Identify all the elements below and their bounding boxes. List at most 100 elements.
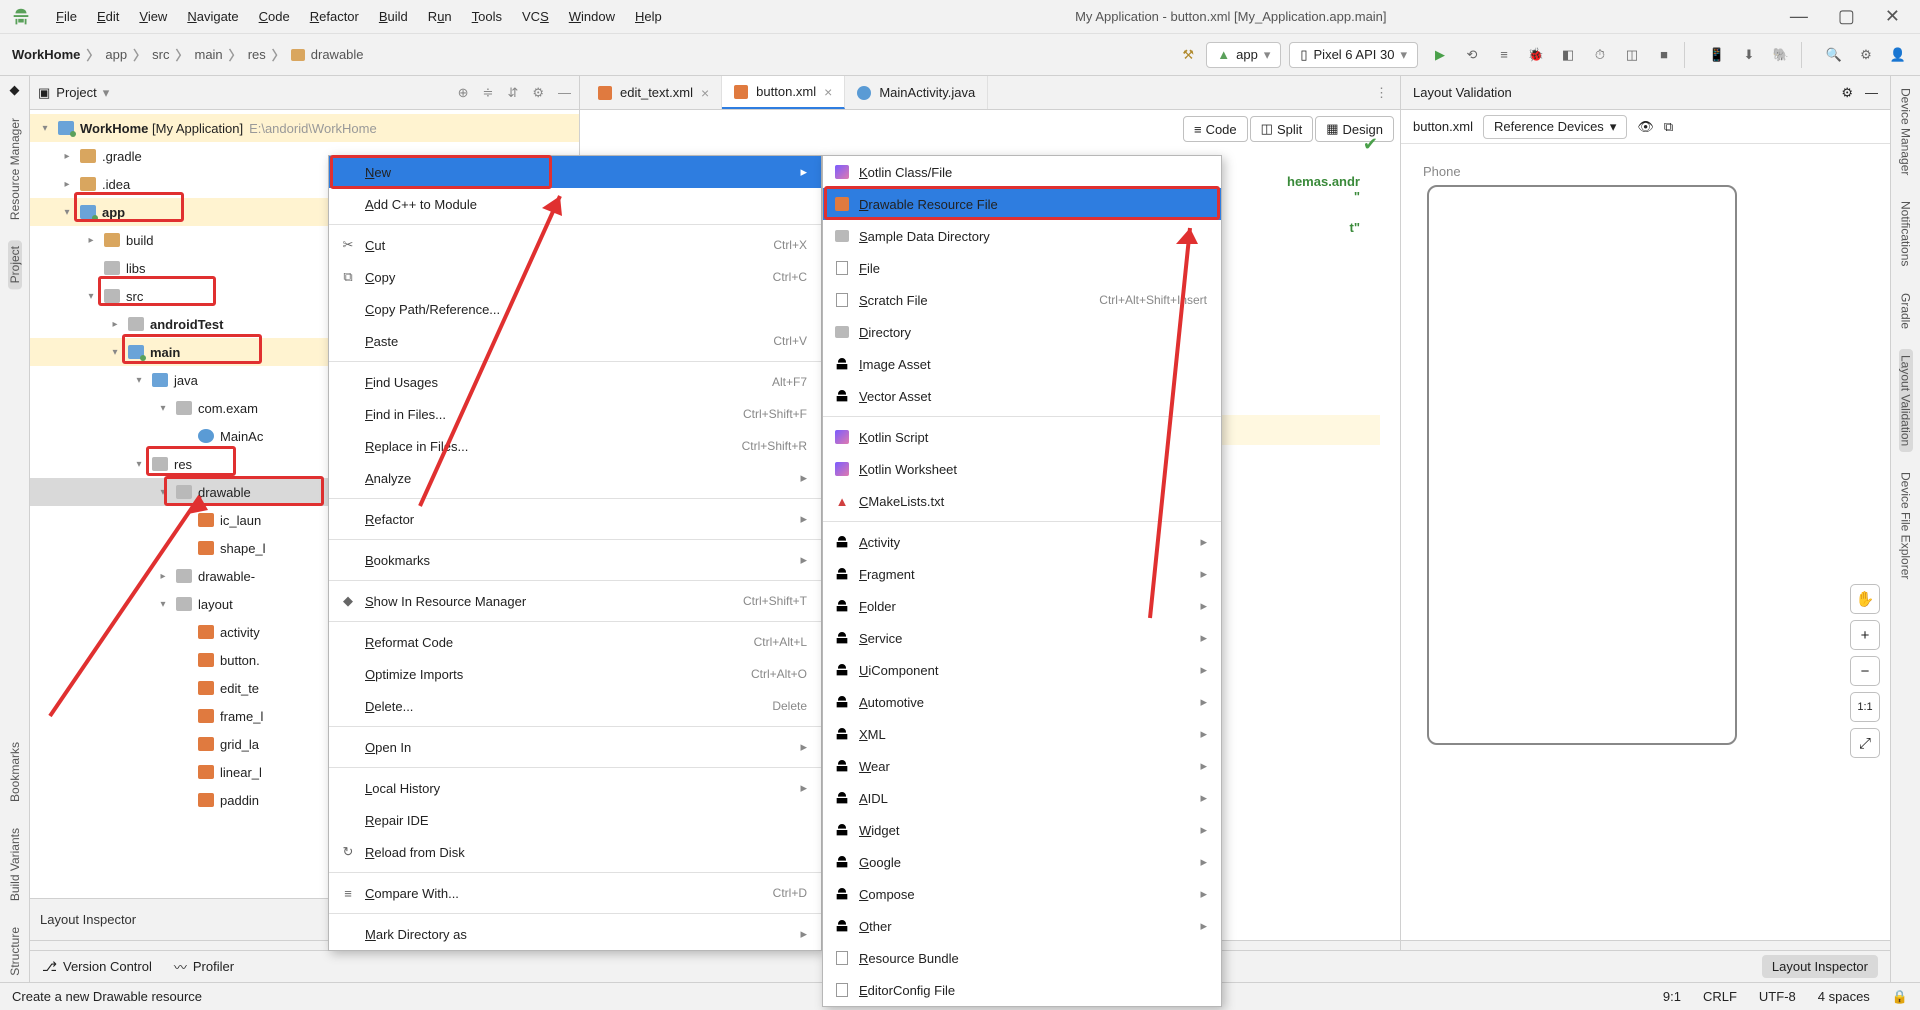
menu-item-file[interactable]: File bbox=[823, 252, 1221, 284]
menu-item-delete-[interactable]: Delete...Delete bbox=[329, 690, 821, 722]
device-file-explorer-tab[interactable]: Device File Explorer bbox=[1899, 466, 1913, 585]
menu-item-uicomponent[interactable]: UiComponent▸ bbox=[823, 654, 1221, 686]
menu-item-local-history[interactable]: Local History▸ bbox=[329, 772, 821, 804]
menu-item-wear[interactable]: Wear▸ bbox=[823, 750, 1221, 782]
search-icon[interactable]: 🔍 bbox=[1824, 45, 1844, 65]
sync-icon[interactable]: 🐘 bbox=[1771, 45, 1791, 65]
device-selector[interactable]: ▯ Pixel 6 API 30 ▾ bbox=[1289, 42, 1418, 68]
tree-settings-icon[interactable]: ⚙ bbox=[532, 85, 544, 101]
apply-code-icon[interactable]: ≡ bbox=[1494, 45, 1514, 65]
menu-navigate[interactable]: Navigate bbox=[177, 5, 248, 28]
profiler-tab[interactable]: 〰Profiler bbox=[174, 957, 234, 976]
menu-item-replace-in-files-[interactable]: Replace in Files...Ctrl+Shift+R bbox=[329, 430, 821, 462]
validation-canvas[interactable]: Phone ✋ + − 1:1 ⤢ bbox=[1401, 144, 1890, 940]
menu-item-editorconfig-file[interactable]: EditorConfig File bbox=[823, 974, 1221, 1006]
menu-window[interactable]: Window bbox=[559, 5, 625, 28]
eye-icon[interactable]: 👁 bbox=[1637, 119, 1654, 135]
menu-item-copy-path-reference-[interactable]: Copy Path/Reference... bbox=[329, 293, 821, 325]
menu-item-add-c-to-module[interactable]: Add C++ to Module bbox=[329, 188, 821, 220]
menu-vcs[interactable]: VCS bbox=[512, 5, 559, 28]
maximize-icon[interactable]: ▢ bbox=[1838, 6, 1855, 27]
menu-item-paste[interactable]: PasteCtrl+V bbox=[329, 325, 821, 357]
menu-item-new[interactable]: New▸ bbox=[329, 156, 821, 188]
menu-item-xml[interactable]: XML▸ bbox=[823, 718, 1221, 750]
menu-item-widget[interactable]: Widget▸ bbox=[823, 814, 1221, 846]
menu-item-show-in-resource-manager[interactable]: ◆Show In Resource ManagerCtrl+Shift+T bbox=[329, 585, 821, 617]
bookmarks-tab[interactable]: Bookmarks bbox=[8, 736, 22, 808]
account-icon[interactable]: 👤 bbox=[1888, 45, 1908, 65]
apply-changes-icon[interactable]: ⟲ bbox=[1462, 45, 1482, 65]
breadcrumb-drawable[interactable]: drawable bbox=[311, 47, 364, 62]
menu-item-reformat-code[interactable]: Reformat CodeCtrl+Alt+L bbox=[329, 626, 821, 658]
minimize-icon[interactable]: — bbox=[1790, 6, 1808, 27]
file-encoding[interactable]: UTF-8 bbox=[1759, 989, 1796, 1005]
notifications-tab[interactable]: Notifications bbox=[1899, 195, 1913, 272]
split-view-button[interactable]: ◫Split bbox=[1250, 116, 1314, 142]
project-view-selector[interactable]: ▣ Project ▾ bbox=[38, 85, 109, 101]
menu-item-automotive[interactable]: Automotive▸ bbox=[823, 686, 1221, 718]
device-manager-tab[interactable]: Device Manager bbox=[1899, 82, 1913, 181]
menu-item-directory[interactable]: Directory bbox=[823, 316, 1221, 348]
analysis-ok-icon[interactable]: ✔ bbox=[1363, 134, 1378, 155]
run-config-selector[interactable]: ▲ app ▾ bbox=[1206, 42, 1281, 68]
menu-item-kotlin-script[interactable]: Kotlin Script bbox=[823, 421, 1221, 453]
menu-item-refactor[interactable]: Refactor▸ bbox=[329, 503, 821, 535]
menu-item-compose[interactable]: Compose▸ bbox=[823, 878, 1221, 910]
resource-manager-icon[interactable]: ◆ bbox=[7, 82, 23, 98]
menu-item-open-in[interactable]: Open In▸ bbox=[329, 731, 821, 763]
menu-item-sample-data-directory[interactable]: Sample Data Directory bbox=[823, 220, 1221, 252]
settings-icon[interactable]: ⚙ bbox=[1856, 45, 1876, 65]
menu-item-drawable-resource-file[interactable]: Drawable Resource File bbox=[823, 188, 1221, 220]
menu-item-scratch-file[interactable]: Scratch FileCtrl+Alt+Shift+Insert bbox=[823, 284, 1221, 316]
pan-icon[interactable]: ✋ bbox=[1850, 584, 1880, 614]
menu-help[interactable]: Help bbox=[625, 5, 672, 28]
collapse-all-icon[interactable]: ⇵ bbox=[507, 85, 518, 101]
app-inspection-icon[interactable]: ◫ bbox=[1622, 45, 1642, 65]
resource-manager-tab[interactable]: Resource Manager bbox=[8, 112, 22, 226]
menu-item-folder[interactable]: Folder▸ bbox=[823, 590, 1221, 622]
menu-code[interactable]: Code bbox=[249, 5, 300, 28]
menu-refactor[interactable]: Refactor bbox=[300, 5, 369, 28]
menu-tools[interactable]: Tools bbox=[462, 5, 512, 28]
menu-item-reload-from-disk[interactable]: ↻Reload from Disk bbox=[329, 836, 821, 868]
menu-item-fragment[interactable]: Fragment▸ bbox=[823, 558, 1221, 590]
caret-position[interactable]: 9:1 bbox=[1663, 989, 1681, 1005]
menu-item-service[interactable]: Service▸ bbox=[823, 622, 1221, 654]
menu-item-image-asset[interactable]: Image Asset bbox=[823, 348, 1221, 380]
version-control-tab[interactable]: ⎇Version Control bbox=[42, 959, 152, 975]
close-icon[interactable]: ✕ bbox=[1885, 6, 1900, 27]
menu-build[interactable]: Build bbox=[369, 5, 418, 28]
context-menu-main[interactable]: New▸Add C++ to Module✂CutCtrl+X⧉CopyCtrl… bbox=[328, 155, 822, 951]
line-separator[interactable]: CRLF bbox=[1703, 989, 1737, 1005]
menu-item-compare-with-[interactable]: ≡Compare With...Ctrl+D bbox=[329, 877, 821, 909]
structure-tab[interactable]: Structure bbox=[8, 921, 22, 982]
menu-item-resource-bundle[interactable]: Resource Bundle bbox=[823, 942, 1221, 974]
close-icon[interactable]: × bbox=[824, 84, 832, 100]
menu-run[interactable]: Run bbox=[418, 5, 462, 28]
menu-item-optimize-imports[interactable]: Optimize ImportsCtrl+Alt+O bbox=[329, 658, 821, 690]
menu-item-aidl[interactable]: AIDL▸ bbox=[823, 782, 1221, 814]
coverage-icon[interactable]: ◧ bbox=[1558, 45, 1578, 65]
zoom-reset-icon[interactable]: 1:1 bbox=[1850, 692, 1880, 722]
tab-button[interactable]: button.xml× bbox=[722, 76, 845, 109]
design-view-button[interactable]: ▦Design bbox=[1315, 116, 1394, 142]
layout-inspector-tab[interactable]: Layout Inspector bbox=[1762, 955, 1878, 978]
menu-item-repair-ide[interactable]: Repair IDE bbox=[329, 804, 821, 836]
gradle-tab[interactable]: Gradle bbox=[1899, 287, 1913, 335]
readonly-icon[interactable]: 🔒 bbox=[1892, 989, 1908, 1005]
profile-icon[interactable]: ⏱ bbox=[1590, 45, 1610, 65]
menu-item-google[interactable]: Google▸ bbox=[823, 846, 1221, 878]
tab-edit-text[interactable]: edit_text.xml× bbox=[586, 76, 722, 109]
reference-devices-selector[interactable]: Reference Devices▾ bbox=[1483, 115, 1627, 139]
locate-icon[interactable]: ⊕ bbox=[458, 85, 469, 101]
debug-icon[interactable]: 🐞 bbox=[1526, 45, 1546, 65]
tab-mainactivity[interactable]: MainActivity.java bbox=[845, 76, 988, 109]
hide-panel-icon[interactable]: — bbox=[558, 85, 571, 101]
menu-item-activity[interactable]: Activity▸ bbox=[823, 526, 1221, 558]
menu-item-kotlin-worksheet[interactable]: Kotlin Worksheet bbox=[823, 453, 1221, 485]
copy-icon[interactable]: ⧉ bbox=[1664, 119, 1673, 135]
code-view-button[interactable]: ≡Code bbox=[1183, 116, 1248, 142]
hide-icon[interactable]: — bbox=[1865, 85, 1878, 101]
menu-item-cut[interactable]: ✂CutCtrl+X bbox=[329, 229, 821, 261]
avd-icon[interactable]: 📱 bbox=[1707, 45, 1727, 65]
